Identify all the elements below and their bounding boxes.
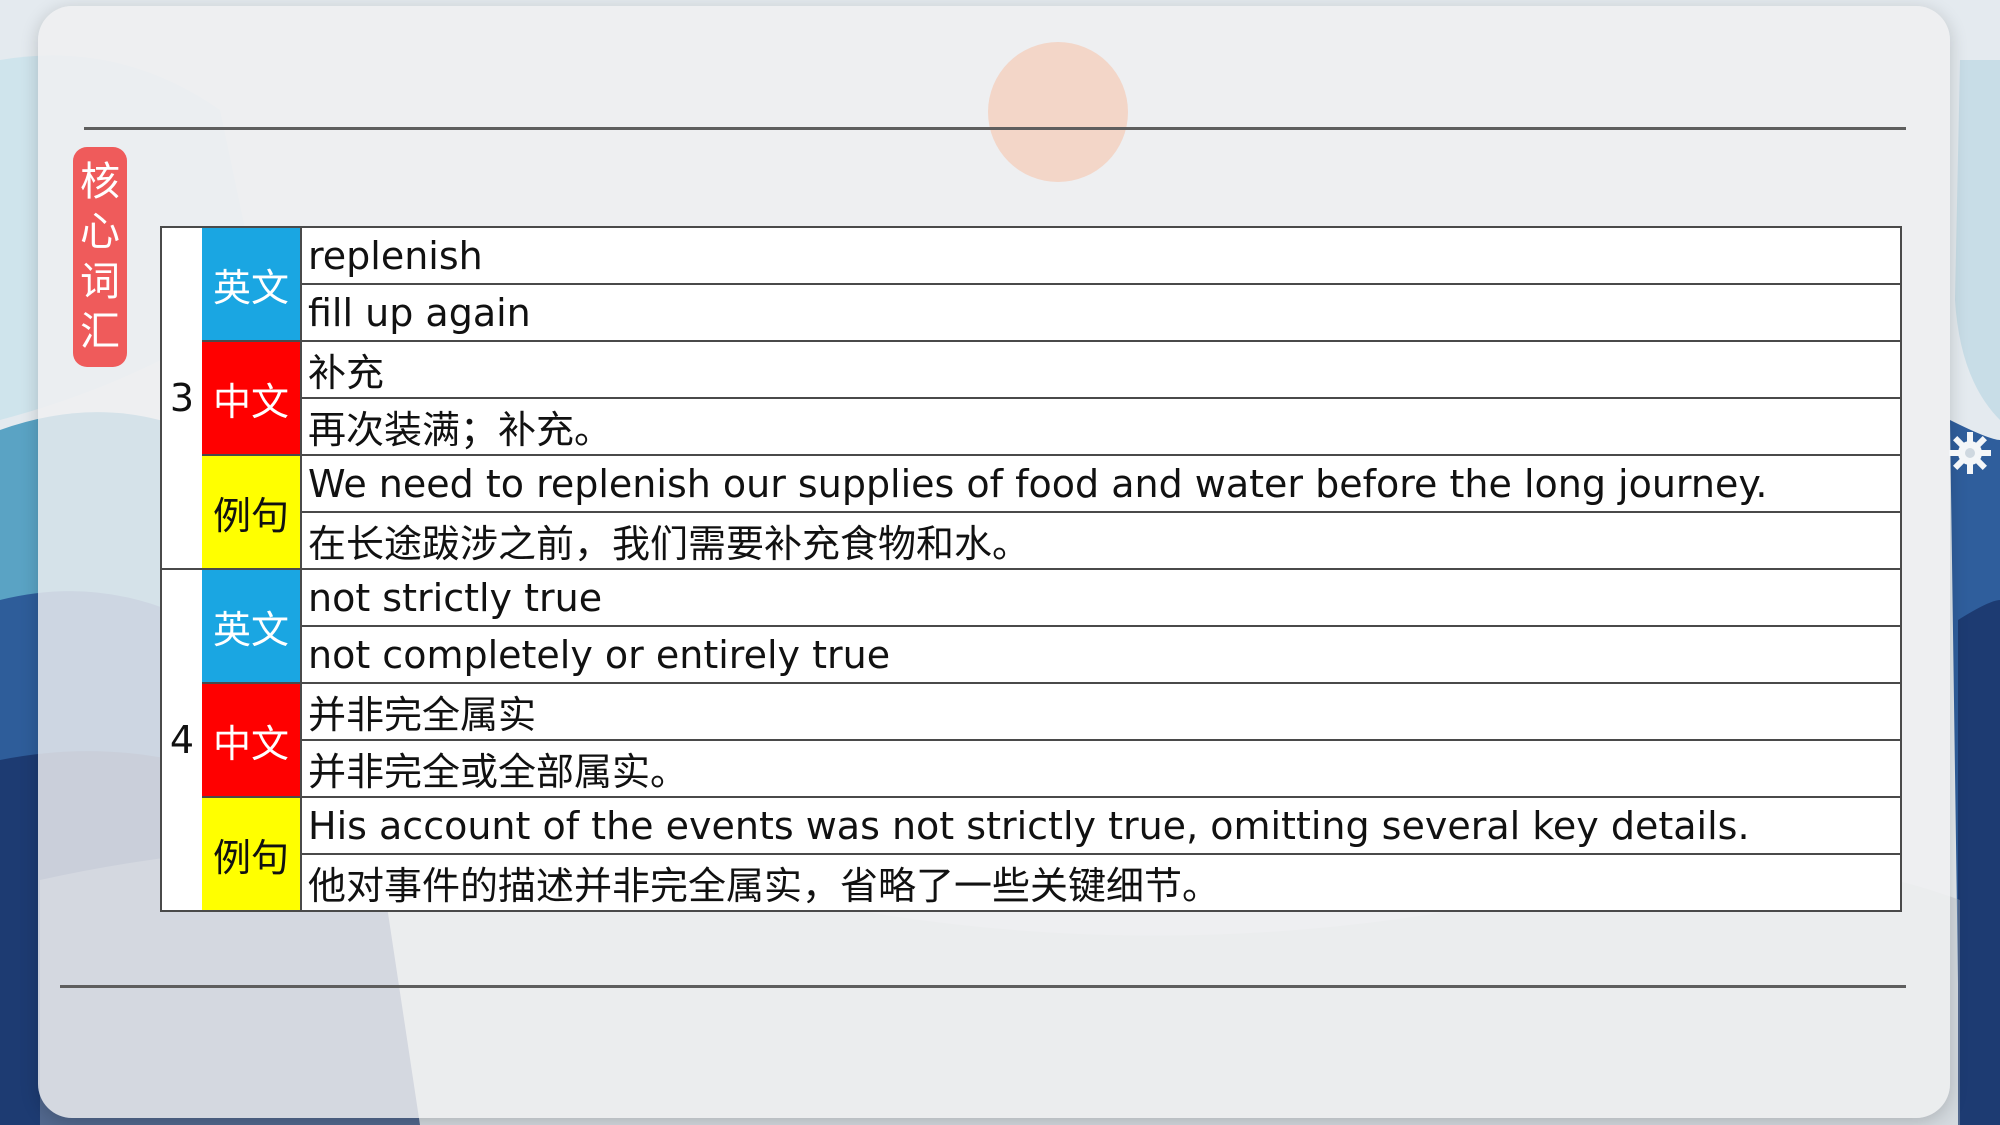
chinese-label: 中文 xyxy=(202,340,302,456)
english-word: replenish xyxy=(300,226,1902,285)
english-definition: not completely or entirely true xyxy=(300,625,1902,684)
table-row: not completely or entirely true xyxy=(161,625,1902,684)
table-row: 在长途跋涉之前，我们需要补充食物和水。 xyxy=(161,511,1902,570)
table-row: 再次装满；补充。 xyxy=(161,397,1902,456)
sun-decoration xyxy=(988,42,1128,182)
top-divider xyxy=(84,127,1906,130)
table-row: 并非完全或全部属实。 xyxy=(161,739,1902,798)
example-label: 例句 xyxy=(202,796,302,912)
bottom-divider xyxy=(60,985,1906,988)
english-label: 英文 xyxy=(202,568,302,684)
chinese-word: 补充 xyxy=(300,340,1902,399)
badge-char: 心 xyxy=(80,209,120,255)
entry-number: 3 xyxy=(160,226,202,570)
table-row: 他对事件的描述并非完全属实，省略了一些关键细节。 xyxy=(161,853,1902,912)
chinese-label: 中文 xyxy=(202,682,302,798)
settings-gear-icon[interactable] xyxy=(1945,428,1995,478)
chinese-definition: 再次装满；补充。 xyxy=(300,397,1902,456)
table-row: 例句 We need to replenish our supplies of … xyxy=(161,454,1902,570)
table-row: 3 英文 replenish xyxy=(160,226,1902,570)
vocabulary-table: 3 英文 replenish fill up again 中文 补充 再次装满；… xyxy=(160,226,1902,912)
example-label: 例句 xyxy=(202,454,302,570)
table-row: fill up again xyxy=(161,283,1902,342)
english-label: 英文 xyxy=(202,226,302,342)
table-row: 4 英文 not strictly true xyxy=(160,568,1902,912)
entry-number: 4 xyxy=(160,568,202,912)
english-definition: fill up again xyxy=(300,283,1902,342)
table-row: 例句 His account of the events was not str… xyxy=(161,796,1902,912)
chinese-word: 并非完全属实 xyxy=(300,682,1902,741)
example-english: We need to replenish our supplies of foo… xyxy=(300,454,1902,513)
section-badge: 核 心 词 汇 xyxy=(73,147,127,367)
badge-char: 词 xyxy=(80,259,120,305)
badge-char: 核 xyxy=(80,159,120,205)
chinese-definition: 并非完全或全部属实。 xyxy=(300,739,1902,798)
english-word: not strictly true xyxy=(300,568,1902,627)
example-chinese: 他对事件的描述并非完全属实，省略了一些关键细节。 xyxy=(300,853,1902,912)
table-row: 中文 补充 xyxy=(161,340,1902,456)
table-row: 中文 并非完全属实 xyxy=(161,682,1902,798)
example-chinese: 在长途跋涉之前，我们需要补充食物和水。 xyxy=(300,511,1902,570)
badge-char: 汇 xyxy=(80,309,120,355)
example-english: His account of the events was not strict… xyxy=(300,796,1902,855)
